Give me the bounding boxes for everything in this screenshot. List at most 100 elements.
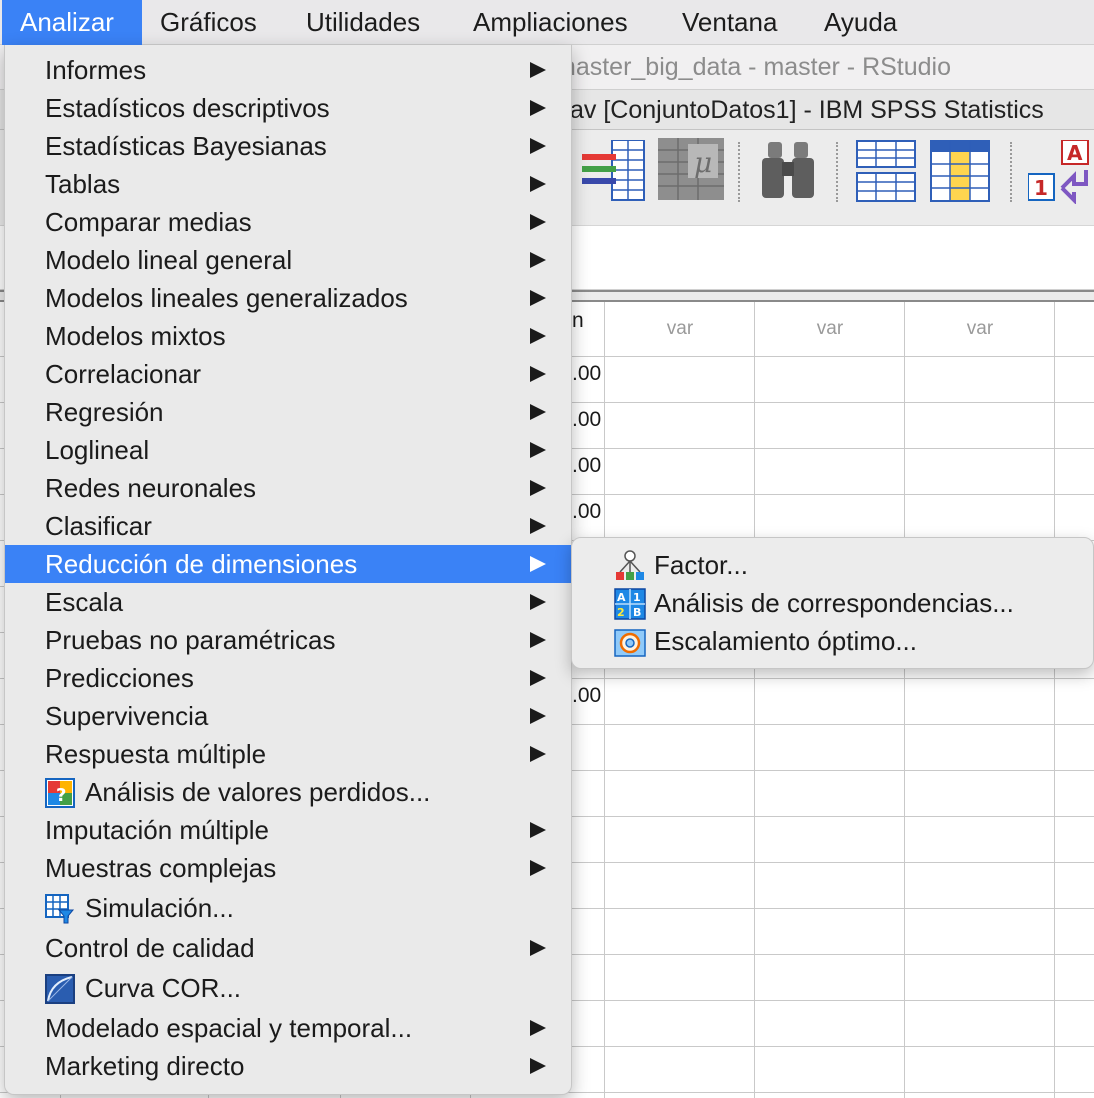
menu-item-simulacion[interactable]: Simulación... [5,889,571,927]
svg-text:2: 2 [617,606,625,619]
menu-item-label: Marketing directo [45,1051,245,1081]
reduccion-dimensiones-submenu: Factor... A 1 2 B Análisis de correspond… [571,537,1094,669]
submenu-arrow-icon [530,1020,546,1036]
insert-variable-icon[interactable] [930,140,990,202]
toolbar-separator [836,142,838,202]
menu-item-reduccion-de-dimensiones[interactable]: Reducción de dimensiones [5,545,571,583]
menu-item-pruebas-no-parametricas[interactable]: Pruebas no paramétricas [5,621,571,659]
submenu-item-analisis-correspondencias[interactable]: A 1 2 B Análisis de correspondencias... [572,584,1093,622]
cell-value[interactable]: .00 [572,362,601,386]
menu-item-estadisticos-descriptivos[interactable]: Estadísticos descriptivos [5,89,571,127]
cell-value[interactable]: .00 [572,408,601,432]
menu-item-comparar-medias[interactable]: Comparar medias [5,203,571,241]
menu-item-label: Curva COR... [85,973,242,1003]
menu-item-supervivencia[interactable]: Supervivencia [5,697,571,735]
svg-text:B: B [633,606,641,619]
value-labels-icon[interactable]: A 1 [1028,140,1092,204]
menu-item-correlacionar[interactable]: Correlacionar [5,355,571,393]
menu-item-label: Modelos lineales generalizados [45,283,408,313]
cell-value[interactable]: .00 [572,454,601,478]
submenu-item-factor[interactable]: Factor... [572,546,1093,584]
submenu-arrow-icon [530,480,546,496]
column-header-var[interactable]: var [905,302,1055,356]
menu-item-label: Informes [45,55,147,85]
menu-item-label: Redes neuronales [45,473,257,503]
correspondence-icon: A 1 2 B [614,588,646,620]
svg-text:A: A [617,591,626,604]
menubar-graficos[interactable]: Gráficos [160,0,257,45]
go-to-variable-icon[interactable] [582,140,646,202]
column-header-var[interactable]: var [755,302,905,356]
submenu-item-label: Análisis de correspondencias... [654,588,1014,618]
menu-item-label: Comparar medias [45,207,252,237]
submenu-arrow-icon [530,746,546,762]
menu-item-regresion[interactable]: Regresión [5,393,571,431]
menu-item-label: Tablas [45,169,121,199]
menu-item-modelo-lineal-general[interactable]: Modelo lineal general [5,241,571,279]
variables-icon[interactable]: μ [658,138,724,200]
menu-item-redes-neuronales[interactable]: Redes neuronales [5,469,571,507]
analizar-dropdown-menu: Informes Estadísticos descriptivos Estad… [4,45,572,1095]
svg-text:?: ? [56,785,66,806]
menu-item-label: Pruebas no paramétricas [45,625,336,655]
svg-text:μ: μ [694,146,712,179]
menu-item-control-de-calidad[interactable]: Control de calidad [5,929,571,967]
svg-text:1: 1 [1034,176,1048,200]
menubar-utilidades[interactable]: Utilidades [306,0,420,45]
cell-value[interactable]: .00 [572,500,601,524]
menu-item-muestras-complejas[interactable]: Muestras complejas [5,849,571,887]
submenu-arrow-icon [530,252,546,268]
menu-item-modelado-espacial-temporal[interactable]: Modelado espacial y temporal... [5,1009,571,1047]
menu-item-label: Clasificar [45,511,152,541]
find-binoculars-icon[interactable] [762,142,814,200]
submenu-arrow-icon [530,62,546,78]
submenu-arrow-icon [530,632,546,648]
submenu-arrow-icon [530,176,546,192]
submenu-arrow-icon [530,366,546,382]
menu-item-label: Modelo lineal general [45,245,293,275]
insert-cases-icon[interactable] [856,140,916,202]
menu-item-clasificar[interactable]: Clasificar [5,507,571,545]
menu-item-informes[interactable]: Informes [5,51,571,89]
menu-item-label: Estadísticas Bayesianas [45,131,327,161]
menu-item-label: Loglineal [45,435,150,465]
submenu-arrow-icon [530,518,546,534]
submenu-arrow-icon [530,822,546,838]
menu-item-modelos-mixtos[interactable]: Modelos mixtos [5,317,571,355]
cell-value[interactable]: .00 [572,684,601,708]
simulation-icon [45,894,75,924]
menubar-ventana[interactable]: Ventana [682,0,777,45]
menu-item-analisis-valores-perdidos[interactable]: ? Análisis de valores perdidos... [5,773,571,811]
menu-item-label: Control de calidad [45,933,255,963]
menu-item-label: Correlacionar [45,359,202,389]
menu-item-label: Modelos mixtos [45,321,226,351]
toolbar-separator [1010,142,1012,202]
menu-item-imputacion-multiple[interactable]: Imputación múltiple [5,811,571,849]
factor-icon [616,550,644,580]
menu-item-modelos-lineales-generalizados[interactable]: Modelos lineales generalizados [5,279,571,317]
menu-item-loglineal[interactable]: Loglineal [5,431,571,469]
menu-item-marketing-directo[interactable]: Marketing directo [5,1047,571,1085]
menubar-ampliaciones[interactable]: Ampliaciones [473,0,628,45]
menu-item-label: Imputación múltiple [45,815,269,845]
menubar: Analizar Gráficos Utilidades Ampliacione… [0,0,1094,45]
menu-item-respuesta-multiple[interactable]: Respuesta múltiple [5,735,571,773]
menu-item-label: Muestras complejas [45,853,277,883]
menu-item-predicciones[interactable]: Predicciones [5,659,571,697]
submenu-item-escalamiento-optimo[interactable]: Escalamiento óptimo... [572,622,1093,660]
menu-item-estadisticas-bayesianas[interactable]: Estadísticas Bayesianas [5,127,571,165]
menu-item-label: Respuesta múltiple [45,739,267,769]
menu-item-tablas[interactable]: Tablas [5,165,571,203]
submenu-item-label: Escalamiento óptimo... [654,626,918,656]
menubar-ayuda[interactable]: Ayuda [824,0,897,45]
menu-item-escala[interactable]: Escala [5,583,571,621]
menu-item-label: Predicciones [45,663,194,693]
column-header-var[interactable]: var [605,302,755,356]
submenu-arrow-icon [530,708,546,724]
submenu-arrow-icon [530,138,546,154]
column-header[interactable]: n [572,302,602,356]
menu-item-curva-cor[interactable]: Curva COR... [5,969,571,1007]
menu-item-label: Análisis de valores perdidos... [85,777,431,807]
submenu-arrow-icon [530,670,546,686]
menubar-analizar[interactable]: Analizar [2,0,142,45]
